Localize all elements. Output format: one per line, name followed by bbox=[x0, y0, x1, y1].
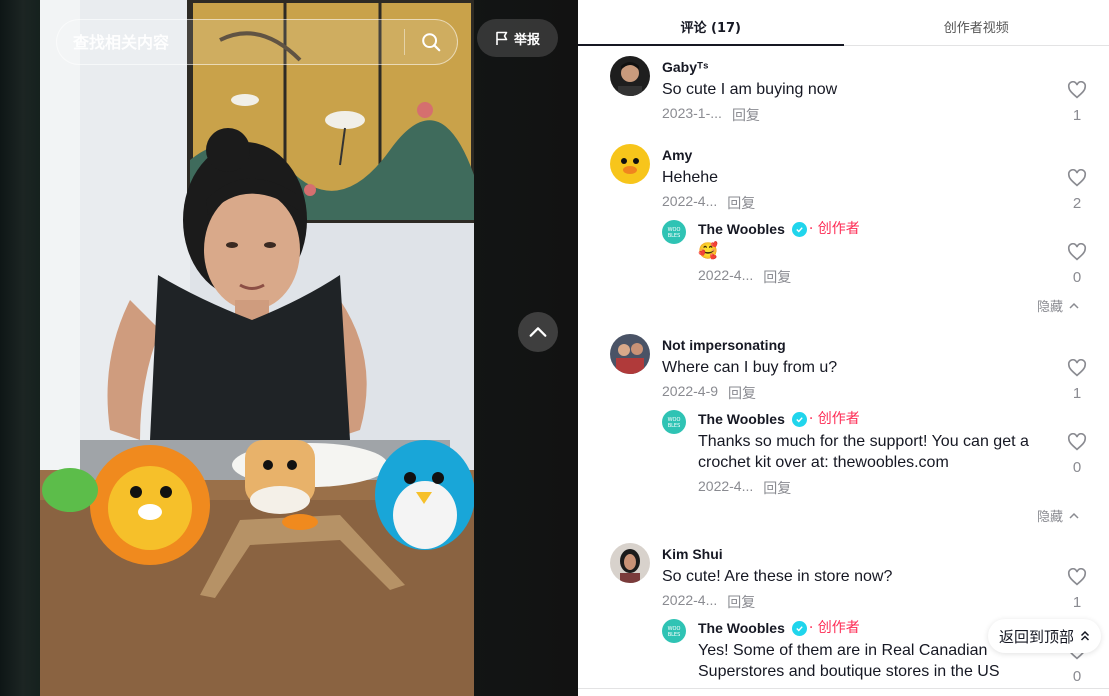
reply-date: 2022-4... bbox=[698, 478, 754, 494]
comment-text: Hehehe bbox=[662, 169, 719, 186]
comment-date: 2022-4-9 bbox=[662, 383, 719, 399]
like-button[interactable]: 1 bbox=[1064, 80, 1090, 124]
avatar[interactable] bbox=[610, 144, 650, 184]
search-input[interactable] bbox=[73, 32, 404, 52]
reply-username[interactable]: The Woobles bbox=[698, 220, 785, 238]
comments-panel: 评论 (17) 创作者视频 Gabyᵀˢ So cute I am buying… bbox=[578, 0, 1109, 696]
back-to-top-label: 返回到顶部 bbox=[998, 627, 1074, 646]
like-button[interactable]: 0 bbox=[1064, 432, 1090, 476]
reply-username[interactable]: The Woobles bbox=[698, 619, 785, 637]
heart-icon bbox=[1067, 242, 1087, 261]
report-label: 举报 bbox=[513, 32, 540, 48]
search-button[interactable] bbox=[405, 20, 457, 64]
avatar[interactable] bbox=[610, 543, 650, 583]
video-panel: 举报 bbox=[0, 0, 578, 696]
video-player[interactable] bbox=[40, 0, 474, 696]
tab-comments[interactable]: 评论 (17) bbox=[578, 0, 844, 46]
comment-date: 2022-4... bbox=[662, 193, 718, 209]
comment-text: So cute! Are these in store now? bbox=[662, 568, 893, 585]
like-button[interactable]: 2 bbox=[1064, 168, 1090, 212]
comment-text: So cute I am buying now bbox=[662, 81, 838, 98]
avatar[interactable]: WOO BLES bbox=[662, 410, 686, 434]
verified-badge-icon bbox=[791, 620, 807, 636]
collapse-replies-button[interactable]: 隐藏 bbox=[1037, 296, 1079, 315]
tab-creator-videos[interactable]: 创作者视频 bbox=[844, 0, 1109, 45]
chevron-up-icon bbox=[1069, 302, 1079, 309]
like-count: 0 bbox=[1072, 459, 1082, 476]
double-chevron-up-icon bbox=[1080, 630, 1090, 641]
collapse-label: 隐藏 bbox=[1036, 300, 1063, 315]
reply-username[interactable]: The Woobles bbox=[698, 410, 785, 428]
back-to-top-button[interactable]: 返回到顶部 bbox=[988, 619, 1101, 653]
collapse-label: 隐藏 bbox=[1036, 510, 1063, 525]
reply-button[interactable]: 回复 bbox=[763, 478, 791, 498]
reply-text: Yes! Some of them are in Real Canadian S… bbox=[698, 642, 1000, 680]
previous-video-button[interactable] bbox=[518, 312, 558, 352]
comment-username[interactable]: Amy bbox=[662, 146, 1042, 164]
comment-text: Where can I buy from u? bbox=[662, 359, 838, 376]
reply-button[interactable]: 回复 bbox=[732, 105, 760, 125]
comment-date: 2022-4... bbox=[662, 592, 718, 608]
heart-icon bbox=[1067, 358, 1087, 377]
avatar[interactable]: WOO BLES bbox=[662, 220, 686, 244]
avatar[interactable] bbox=[610, 56, 650, 96]
reply-text: Thanks so much for the support! You can … bbox=[698, 433, 1029, 471]
chevron-up-icon bbox=[529, 327, 547, 337]
heart-icon bbox=[1067, 80, 1087, 99]
creator-tag: · 创作者 bbox=[808, 221, 860, 237]
search-bar bbox=[56, 19, 458, 65]
reply-button[interactable]: 回复 bbox=[727, 193, 755, 213]
svg-text:BLES: BLES bbox=[668, 423, 681, 429]
comment-username[interactable]: Kim Shui bbox=[662, 545, 1042, 563]
tab-bar: 评论 (17) 创作者视频 bbox=[578, 0, 1109, 46]
chevron-up-icon bbox=[1069, 512, 1079, 519]
comment-username[interactable]: Not impersonating bbox=[662, 336, 1042, 354]
like-count: 0 bbox=[1072, 269, 1082, 286]
bottom-divider bbox=[578, 688, 1109, 696]
like-count: 1 bbox=[1072, 385, 1082, 402]
like-button[interactable]: 1 bbox=[1064, 567, 1090, 611]
like-count: 2 bbox=[1072, 195, 1082, 212]
svg-text:BLES: BLES bbox=[668, 632, 681, 638]
comment-date: 2023-1-... bbox=[662, 105, 722, 121]
like-button[interactable]: 1 bbox=[1064, 358, 1090, 402]
avatar[interactable] bbox=[610, 334, 650, 374]
heart-icon bbox=[1067, 168, 1087, 187]
reply-button[interactable]: 回复 bbox=[727, 592, 755, 612]
heart-icon bbox=[1067, 432, 1087, 451]
report-button[interactable]: 举报 bbox=[477, 19, 558, 57]
reply-button[interactable]: 回复 bbox=[763, 267, 791, 287]
like-count: 0 bbox=[1072, 668, 1082, 685]
reply-button[interactable]: 回复 bbox=[728, 383, 756, 403]
collapse-replies-button[interactable]: 隐藏 bbox=[1037, 506, 1079, 525]
search-icon bbox=[422, 33, 441, 52]
video-frame-image bbox=[40, 0, 474, 696]
avatar[interactable]: WOO BLES bbox=[662, 619, 686, 643]
like-count: 1 bbox=[1072, 107, 1082, 124]
flag-icon bbox=[496, 31, 508, 45]
reply-text: 🥰 bbox=[698, 243, 718, 260]
verified-badge-icon bbox=[791, 221, 807, 237]
verified-badge-icon bbox=[791, 411, 807, 427]
heart-icon bbox=[1067, 567, 1087, 586]
reply-date: 2022-4... bbox=[698, 267, 754, 283]
like-count: 1 bbox=[1072, 594, 1082, 611]
creator-tag: · 创作者 bbox=[808, 411, 860, 427]
creator-tag: · 创作者 bbox=[808, 620, 860, 636]
svg-text:BLES: BLES bbox=[668, 233, 681, 239]
comment-username[interactable]: Gabyᵀˢ bbox=[662, 58, 1042, 76]
like-button[interactable]: 0 bbox=[1064, 242, 1090, 286]
comment-list[interactable]: Gabyᵀˢ So cute I am buying now 2023-1-..… bbox=[578, 46, 1109, 688]
